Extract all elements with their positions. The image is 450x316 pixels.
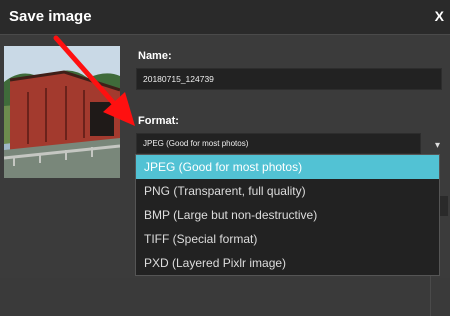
red-arrow-icon	[53, 35, 135, 126]
save-image-dialog: Save image X Name: 20180715_124739 Forma…	[0, 0, 450, 316]
